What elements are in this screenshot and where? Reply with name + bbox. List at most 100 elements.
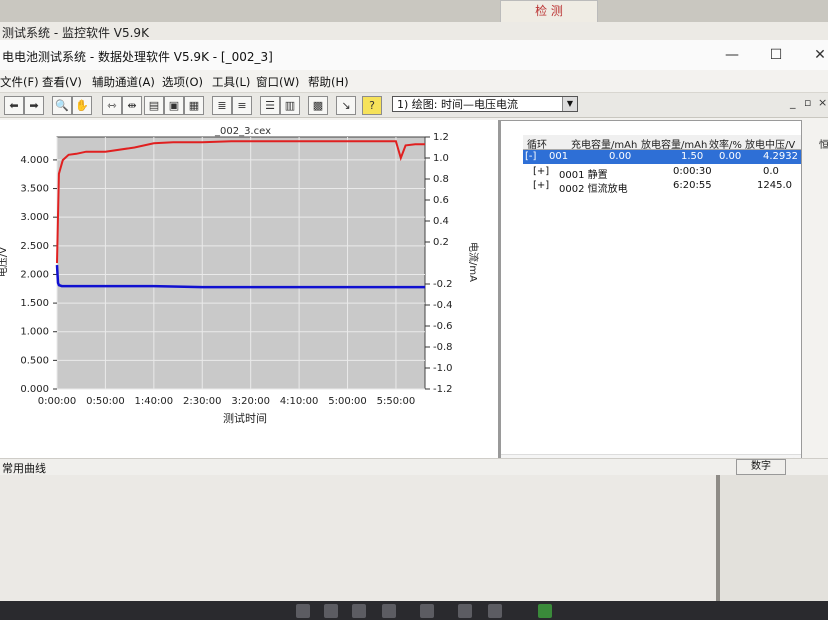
x-tick-label: 4:10:00 <box>280 396 319 407</box>
menu-window[interactable]: 窗口(W) <box>256 74 299 90</box>
row-discharge: 0:00:30 <box>673 166 712 177</box>
col-charge-capacity[interactable]: 充电容量/mAh <box>571 136 637 151</box>
export-icon[interactable]: ↘ <box>336 96 356 115</box>
row-toggle[interactable]: [+] <box>533 166 549 177</box>
col-efficiency[interactable]: 效率/% <box>709 136 742 151</box>
close-button[interactable]: ✕ <box>800 44 828 66</box>
menu-help[interactable]: 帮助(H) <box>308 74 349 90</box>
plot-area <box>56 136 426 390</box>
y2-tick-label: -1.2 <box>433 384 453 395</box>
taskbar-app-icon[interactable] <box>458 604 472 618</box>
app-window: 电电池测试系统 - 数据处理软件 V5.9K - [_002_3] — ☐ ✕ … <box>0 40 828 495</box>
plot-select[interactable]: 1) 绘图: 时间—电压电流 ▼ <box>392 96 578 112</box>
y-tick-label: 2.000 <box>20 269 49 280</box>
y-tick-label: 0.000 <box>20 384 49 395</box>
app-titlebar: 电电池测试系统 - 数据处理软件 V5.9K - [_002_3] — ☐ ✕ <box>0 40 828 70</box>
taskbar-app-icon[interactable] <box>352 604 366 618</box>
y2-axis-label: 电流/mA <box>467 242 480 282</box>
menu-options[interactable]: 选项(O) <box>162 74 203 90</box>
back-arrow-icon[interactable]: ⬅ <box>4 96 24 115</box>
col-cc[interactable]: 恒流 <box>819 136 828 151</box>
list4-icon[interactable]: ▥ <box>280 96 300 115</box>
col-cycle[interactable]: 循环 <box>527 136 547 151</box>
hand-icon[interactable]: ✋ <box>72 96 92 115</box>
taskbar-app-icon[interactable] <box>382 604 396 618</box>
y2-tick-label: 0.6 <box>433 195 449 206</box>
status-left: 常用曲线 <box>2 462 46 475</box>
taskbar <box>0 601 828 620</box>
menu-aux-channel[interactable]: 辅助通道(A) <box>92 74 155 90</box>
list1-icon[interactable]: ≣ <box>212 96 232 115</box>
x-tick-label: 5:50:00 <box>377 396 416 407</box>
table2-icon[interactable]: ▣ <box>164 96 184 115</box>
row-toggle[interactable]: [+] <box>533 180 549 191</box>
x-tick-label: 1:40:00 <box>135 396 174 407</box>
table-header: 循环 充电容量/mAh 放电容量/mAh 效率/% 放电中压/V 恒流 <box>523 135 828 151</box>
mdi-minimize-button[interactable]: _ <box>790 96 796 109</box>
row-id: 001 <box>549 151 569 162</box>
chart-title: _002_3.cex <box>214 126 271 137</box>
status-bar: 常用曲线 数字 <box>0 458 828 475</box>
chevron-down-icon[interactable]: ▼ <box>562 97 577 111</box>
col-discharge-capacity[interactable]: 放电容量/mAh <box>641 136 707 151</box>
row-toggle[interactable]: [-] <box>525 151 536 162</box>
x-zoom-out-icon[interactable]: ⇹ <box>122 96 142 115</box>
table1-icon[interactable]: ▤ <box>144 96 164 115</box>
maximize-button[interactable]: ☐ <box>756 44 796 66</box>
table-row[interactable]: [-] 001 0.00 1.50 0.00 4.2932 <box>523 150 801 164</box>
background-window <box>0 475 716 601</box>
y-tick-label: 1.000 <box>20 327 49 338</box>
y2-tick-label: 1.2 <box>433 132 449 143</box>
plot-select-value: 1) 绘图: 时间—电压电流 <box>397 98 518 111</box>
x-zoom-in-icon[interactable]: ⇿ <box>102 96 122 115</box>
row-efficiency: 0.00 <box>719 151 742 162</box>
y-tick-label: 4.000 <box>20 155 49 166</box>
background-window-right <box>720 475 828 601</box>
taskbar-app-icon[interactable] <box>538 604 552 618</box>
grid-icon[interactable]: ▩ <box>308 96 328 115</box>
app-title-text: 电电池测试系统 - 数据处理软件 V5.9K - [_002_3] <box>2 50 273 64</box>
x-tick-label: 5:00:00 <box>328 396 367 407</box>
table-row[interactable]: [+] 0002 恒流放电 6:20:55 1245.0 <box>523 179 801 195</box>
taskbar-app-icon[interactable] <box>324 604 338 618</box>
list2-icon[interactable]: ≡ <box>232 96 252 115</box>
menubar: 文件(F) 查看(V) 辅助通道(A) 选项(O) 工具(L) 窗口(W) 帮助… <box>0 70 828 90</box>
x-tick-label: 0:00:00 <box>38 396 77 407</box>
menu-view[interactable]: 查看(V) <box>42 74 82 90</box>
y-tick-label: 0.500 <box>20 355 49 366</box>
y2-tick-label: 0.4 <box>433 216 449 227</box>
table3-icon[interactable]: ▦ <box>184 96 204 115</box>
col-discharge-mid-voltage[interactable]: 放电中压/V <box>745 136 795 151</box>
taskbar-app-icon[interactable] <box>420 604 434 618</box>
outer-title-text: 测试系统 - 监控软件 V5.9K <box>2 26 149 40</box>
row-mid-voltage: 1245.0 <box>757 180 792 191</box>
x-tick-label: 0:50:00 <box>86 396 125 407</box>
menu-file[interactable]: 文件(F) <box>0 74 39 90</box>
row-discharge: 6:20:55 <box>673 180 712 191</box>
table-row[interactable]: [+] 0001 静置 0:00:30 0.0 <box>523 165 801 181</box>
y2-tick-label: -0.6 <box>433 321 453 332</box>
mdi-restore-button[interactable]: ▫ <box>804 96 811 109</box>
x-tick-label: 2:30:00 <box>183 396 222 407</box>
help-icon[interactable]: ? <box>362 96 382 115</box>
mdi-close-button[interactable]: × <box>818 96 827 109</box>
y-axis-label: 电压/V <box>0 247 9 277</box>
outer-window-title: 测试系统 - 监控软件 V5.9K <box>0 22 828 41</box>
sticky-note: 检 测 <box>500 0 598 24</box>
menu-tools[interactable]: 工具(L) <box>212 74 250 90</box>
y2-tick-label: -0.8 <box>433 342 453 353</box>
y2-tick-label: 1.0 <box>433 153 449 164</box>
voltage-current-chart[interactable]: _002_3.cex 0.000 0.500 1.000 1.500 2.000 2.50… <box>0 120 498 470</box>
taskbar-app-icon[interactable] <box>488 604 502 618</box>
status-numlock: 数字 <box>736 459 786 475</box>
minimize-button[interactable]: — <box>712 44 752 66</box>
list3-icon[interactable]: ☰ <box>260 96 280 115</box>
taskbar-app-icon[interactable] <box>296 604 310 618</box>
row-id: 0002 恒流放电 <box>559 184 628 195</box>
x-tick-label: 3:20:00 <box>231 396 270 407</box>
zoom-icon[interactable]: 🔍 <box>52 96 72 115</box>
y-tick-label: 3.500 <box>20 184 49 195</box>
forward-arrow-icon[interactable]: ➡ <box>24 96 44 115</box>
x-axis-label: 测试时间 <box>223 412 267 425</box>
y2-tick-label: -1.0 <box>433 363 453 374</box>
